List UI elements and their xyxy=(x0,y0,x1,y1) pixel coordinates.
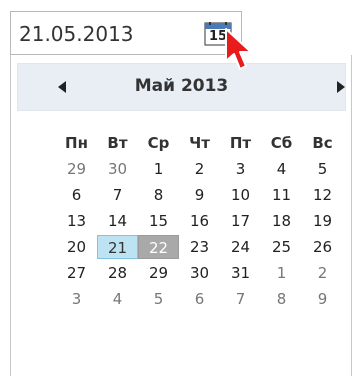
week-row: 29 30 1 2 3 4 5 xyxy=(56,156,343,182)
date-input-value: 21.05.2013 xyxy=(19,22,134,46)
day-cell[interactable]: 30 xyxy=(179,261,220,285)
day-cell[interactable]: 10 xyxy=(220,183,261,207)
day-cell[interactable]: 6 xyxy=(179,287,220,311)
day-cell[interactable]: 15 xyxy=(138,209,179,233)
mouse-cursor-icon xyxy=(222,27,256,73)
day-cell[interactable]: 30 xyxy=(97,157,138,181)
weekday-label: Ср xyxy=(147,134,170,152)
day-cell[interactable]: 2 xyxy=(179,157,220,181)
weekday-label: Сб xyxy=(270,134,293,152)
day-cell[interactable]: 11 xyxy=(261,183,302,207)
day-cell[interactable]: 16 xyxy=(179,209,220,233)
day-cell[interactable]: 26 xyxy=(302,235,343,259)
day-cell[interactable]: 4 xyxy=(97,287,138,311)
day-cell[interactable]: 8 xyxy=(138,183,179,207)
day-cell[interactable]: 20 xyxy=(56,235,97,259)
day-cell-selected[interactable]: 22 xyxy=(138,235,179,259)
week-row: 6 7 8 9 10 11 12 xyxy=(56,182,343,208)
weekday-label: Пн xyxy=(65,134,88,152)
month-title: Май 2013 xyxy=(134,76,229,96)
day-cell[interactable]: 4 xyxy=(261,157,302,181)
day-cell[interactable]: 27 xyxy=(56,261,97,285)
weekday-label: Вт xyxy=(107,134,128,152)
day-cell[interactable]: 24 xyxy=(220,235,261,259)
day-cell[interactable]: 29 xyxy=(56,157,97,181)
calendar-grid: Пн Вт Ср Чт Пт Сб Вс 29 30 1 2 3 4 5 6 7… xyxy=(56,130,343,312)
month-header: Май 2013 xyxy=(17,63,346,111)
day-cell[interactable]: 29 xyxy=(138,261,179,285)
day-cell[interactable]: 8 xyxy=(261,287,302,311)
day-cell[interactable]: 13 xyxy=(56,209,97,233)
calendar-dropdown: Май 2013 Пн Вт Ср Чт Пт Сб Вс 29 30 1 2 … xyxy=(10,55,352,376)
weekday-label: Пт xyxy=(229,134,252,152)
day-cell[interactable]: 23 xyxy=(179,235,220,259)
weekday-row: Пн Вт Ср Чт Пт Сб Вс xyxy=(56,130,343,156)
day-cell[interactable]: 31 xyxy=(220,261,261,285)
day-cell[interactable]: 3 xyxy=(220,157,261,181)
day-cell[interactable]: 3 xyxy=(56,287,97,311)
day-cell[interactable]: 2 xyxy=(302,261,343,285)
date-input[interactable]: 21.05.2013 15 xyxy=(10,11,242,55)
day-cell[interactable]: 5 xyxy=(138,287,179,311)
day-cell[interactable]: 9 xyxy=(179,183,220,207)
weekday-label: Вс xyxy=(312,134,333,152)
day-cell[interactable]: 1 xyxy=(138,157,179,181)
day-cell[interactable]: 7 xyxy=(220,287,261,311)
day-cell[interactable]: 28 xyxy=(97,261,138,285)
week-row: 13 14 15 16 17 18 19 xyxy=(56,208,343,234)
week-row: 20 21 22 23 24 25 26 xyxy=(56,234,343,260)
day-cell[interactable]: 1 xyxy=(261,261,302,285)
day-cell[interactable]: 19 xyxy=(302,209,343,233)
day-cell[interactable]: 7 xyxy=(97,183,138,207)
week-row: 27 28 29 30 31 1 2 xyxy=(56,260,343,286)
triangle-right-icon[interactable] xyxy=(331,78,349,96)
day-cell[interactable]: 25 xyxy=(261,235,302,259)
day-cell-today[interactable]: 21 xyxy=(97,235,138,259)
week-row: 3 4 5 6 7 8 9 xyxy=(56,286,343,312)
day-cell[interactable]: 5 xyxy=(302,157,343,181)
day-cell[interactable]: 12 xyxy=(302,183,343,207)
day-cell[interactable]: 18 xyxy=(261,209,302,233)
day-cell[interactable]: 14 xyxy=(97,209,138,233)
weekday-label: Чт xyxy=(189,134,210,152)
day-cell[interactable]: 6 xyxy=(56,183,97,207)
datepicker-widget: 21.05.2013 15 Май 2013 Пн Вт Ср Чт Пт Сб… xyxy=(0,0,361,376)
day-cell[interactable]: 17 xyxy=(220,209,261,233)
day-cell[interactable]: 9 xyxy=(302,287,343,311)
